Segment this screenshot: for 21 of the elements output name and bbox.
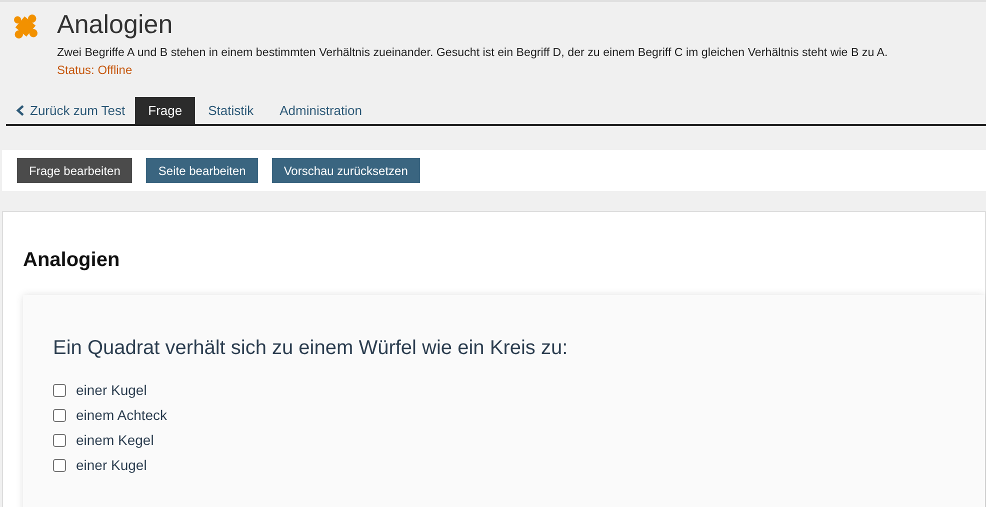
checkbox[interactable]	[53, 408, 66, 422]
option-label[interactable]: einem Achteck	[76, 404, 168, 426]
checkbox[interactable]	[53, 458, 66, 472]
toolbar-button[interactable]: Vorschau zurücksetzen	[272, 158, 420, 183]
tab[interactable]: Statistik	[195, 97, 267, 124]
option-label[interactable]: einem Kegel	[76, 430, 154, 450]
checkbox[interactable]	[53, 434, 66, 446]
chevron-left-icon	[16, 105, 25, 116]
tab[interactable]: Frage	[135, 97, 196, 124]
toolbar-button[interactable]: Frage bearbeiten	[17, 158, 132, 183]
toolbar-button[interactable]: Seite bearbeiten	[146, 158, 258, 183]
status-text: Status: Offline	[57, 62, 134, 79]
tab[interactable]: Administration	[266, 97, 375, 124]
card-title: Analogien	[23, 248, 121, 273]
option-label[interactable]: einer Kugel	[76, 380, 147, 400]
page-title: Analogien	[57, 8, 174, 40]
description-text: Zwei Begriffe A und B stehen in einem bestimmten Verhältnis zueinander. Gesucht ist ein Begriff D, der zu einem Begriff C im gleichen Verhältnis steht wie B zu A.	[57, 45, 888, 61]
checkbox[interactable]	[53, 384, 66, 396]
question-text: Ein Quadrat verhält sich zu einem Würfel wie ein Kreis zu:	[53, 336, 569, 361]
option-label[interactable]: einer Kugel	[76, 454, 147, 476]
back-link[interactable]: Zurück zum Test	[6, 97, 136, 124]
